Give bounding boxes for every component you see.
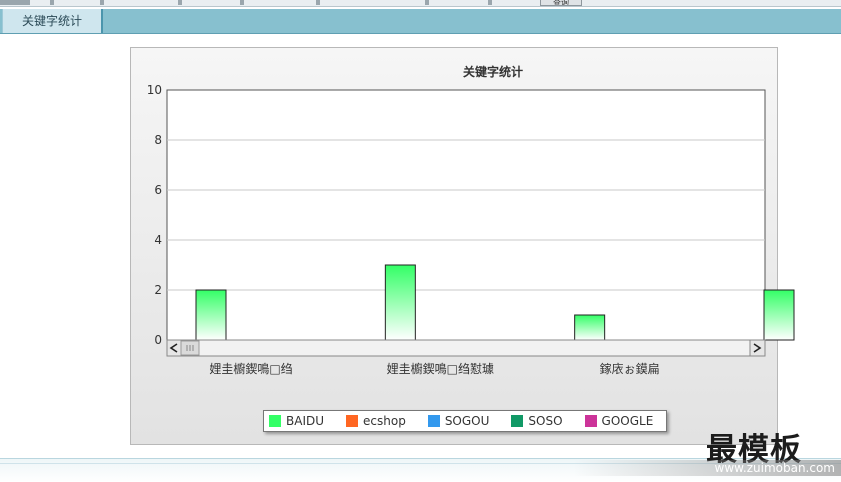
x-tick-label: 鎵庡ぉ鏌扁 [600, 361, 660, 376]
y-tick-label: 6 [154, 183, 162, 197]
legend-label: ecshop [363, 414, 406, 428]
chart-legend: BAIDU ecshop SOGOU SOSO GOOGLE [263, 410, 667, 432]
x-axis-labels: 娌圭櫥鍥鳴□绉 娌圭櫥鍥鳴□绉懟璩 鎵庡ぉ鏌扁 [209, 361, 659, 376]
scrollbar-track[interactable] [166, 339, 766, 357]
bar-baidu[interactable] [763, 289, 795, 341]
legend-item-soso[interactable]: SOSO [511, 414, 563, 428]
legend-swatch [346, 415, 359, 427]
legend-item-sogou[interactable]: SOGOU [427, 414, 490, 428]
scroll-right-button[interactable] [749, 339, 766, 357]
plot-area [166, 89, 766, 341]
legend-swatch [427, 415, 440, 427]
scroll-left-button[interactable] [166, 339, 182, 357]
legend-swatch [269, 415, 281, 427]
bar-chart: 0 2 4 6 8 10 娌圭櫥鍥鳴□绉 娌圭櫥鍥鳴□绉懟璩 鎵庡ぉ鏌扁 [147, 83, 795, 376]
y-tick-label: 2 [154, 283, 162, 297]
legend-label: GOOGLE [601, 414, 654, 428]
y-tick-label: 10 [147, 83, 162, 97]
y-tick-label: 4 [154, 233, 162, 247]
legend-label: BAIDU [286, 414, 325, 428]
legend-item-google[interactable]: GOOGLE [584, 414, 654, 428]
x-tick-label: 娌圭櫥鍥鳴□绉懟璩 [387, 361, 494, 376]
bar-baidu[interactable] [384, 264, 416, 341]
y-tick-label: 8 [154, 133, 162, 147]
x-tick-label: 娌圭櫥鍥鳴□绉 [209, 361, 292, 376]
bar-baidu[interactable] [195, 289, 227, 341]
bar-baidu[interactable] [574, 314, 606, 341]
legend-label: SOGOU [444, 414, 490, 428]
y-axis: 0 2 4 6 8 10 [147, 83, 162, 347]
legend-swatch [584, 415, 597, 427]
legend-item-ecshop[interactable]: ecshop [346, 414, 406, 428]
legend-swatch [511, 415, 524, 427]
watermark-url: www.zuimoban.com [574, 460, 841, 476]
y-tick-label: 0 [154, 333, 162, 347]
legend-item-baidu[interactable]: BAIDU [269, 414, 324, 428]
horizontal-scrollbar[interactable] [166, 339, 766, 357]
legend-label: SOSO [528, 414, 563, 428]
